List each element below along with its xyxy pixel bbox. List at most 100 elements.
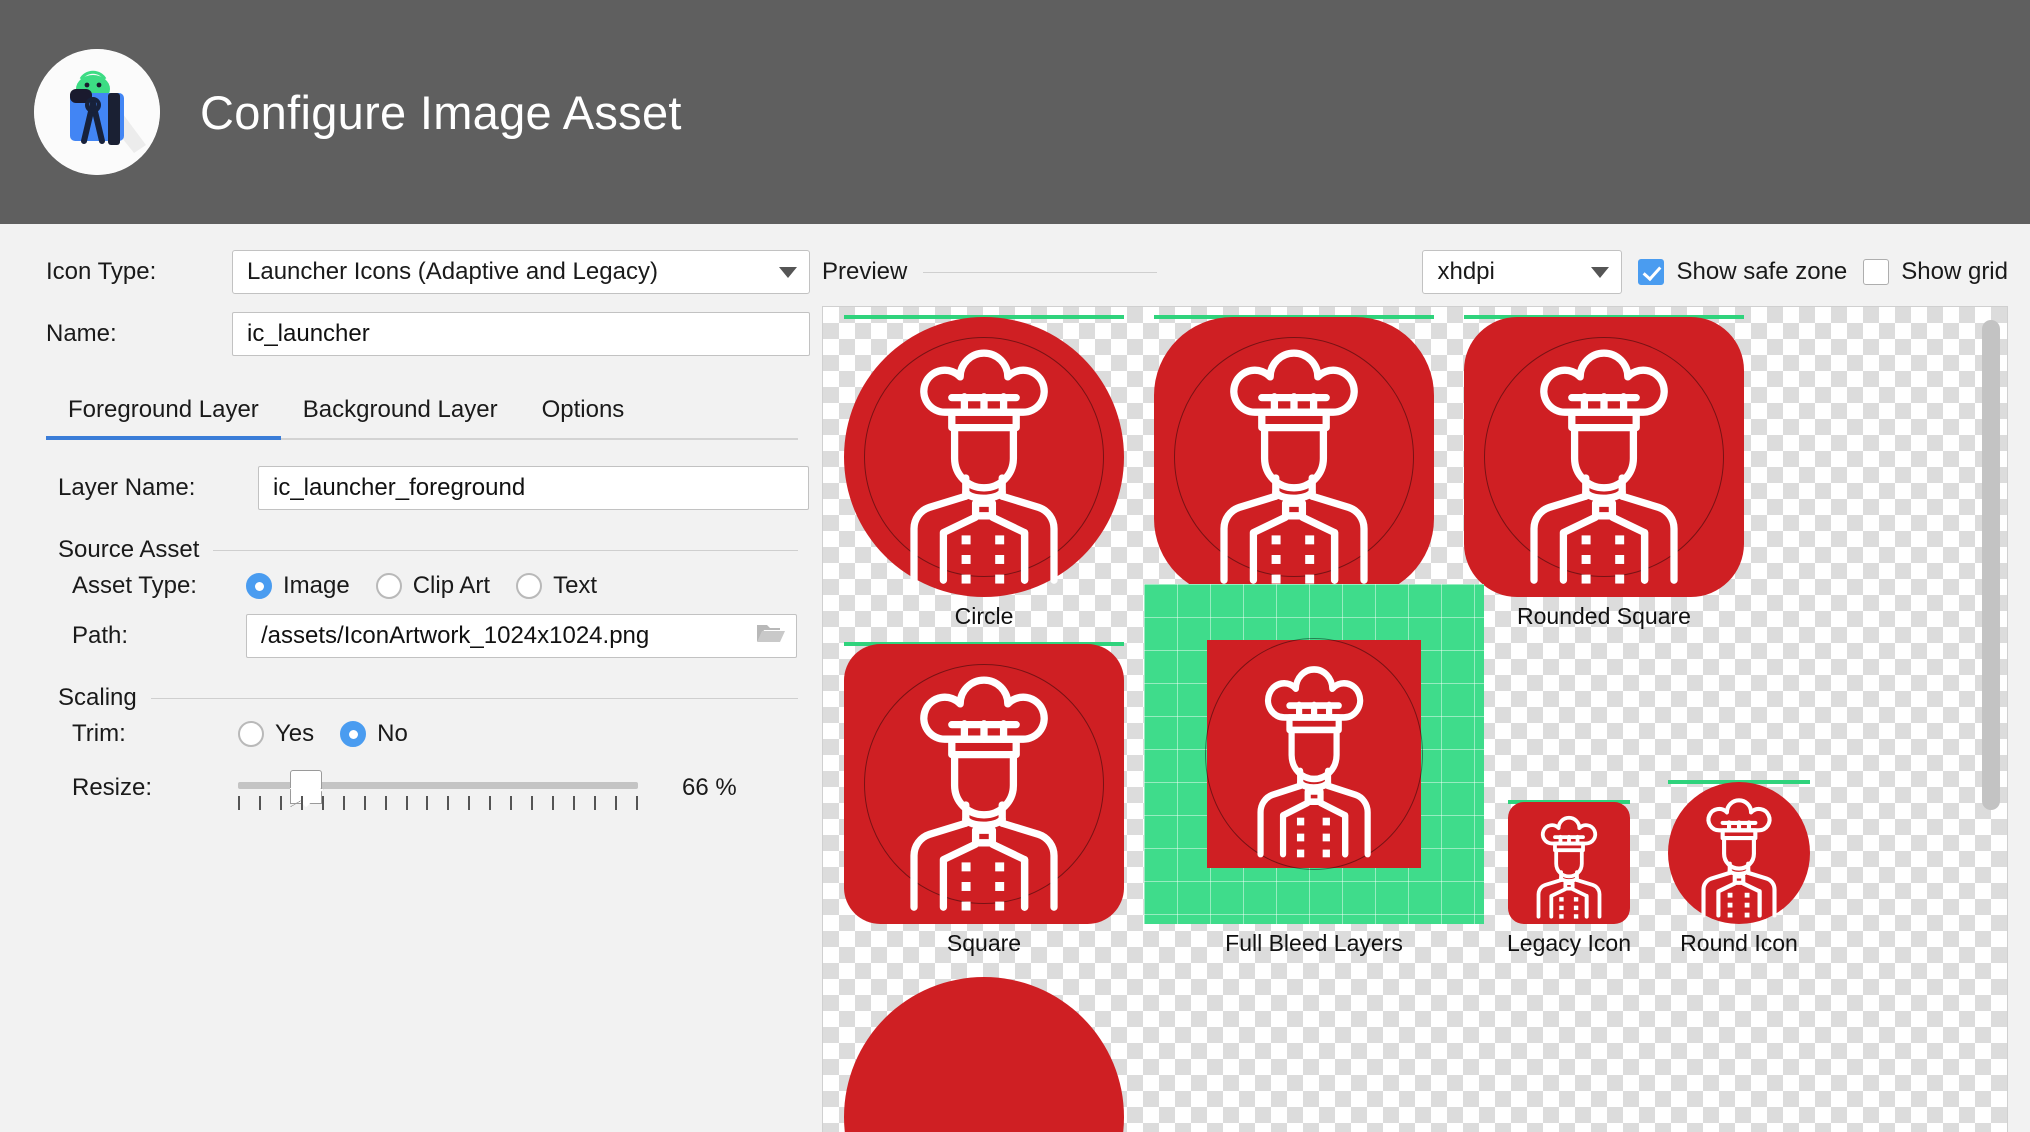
chef-icon	[1701, 798, 1777, 918]
preview-label-circle: Circle	[954, 603, 1014, 629]
radio-asset-type-clipart-label: Clip Art	[412, 572, 491, 599]
tab-options[interactable]: Options	[520, 386, 647, 438]
preview-item-square[interactable]: Square	[829, 642, 1139, 957]
preview-item-full-bleed[interactable]: Full Bleed Layers	[1139, 584, 1489, 957]
radio-dot-icon	[246, 573, 272, 599]
preview-item-legacy[interactable]: Legacy Icon	[1489, 800, 1649, 957]
preview-label-legacy: Legacy Icon	[1506, 930, 1632, 956]
chevron-down-icon	[1591, 266, 1610, 278]
trim-row: Trim: Yes No	[0, 720, 822, 748]
source-asset-group-header: Source Asset	[58, 536, 798, 564]
checkbox-show-grid-label: Show grid	[1901, 258, 2008, 285]
icon-background	[844, 977, 1124, 1132]
slider-ticks	[238, 796, 638, 812]
layer-name-row: Layer Name: ic_launcher_foreground	[0, 466, 822, 510]
asset-type-radio-group: Image Clip Art Text	[246, 572, 597, 600]
chef-icon	[1220, 349, 1368, 584]
preview-scrollbar[interactable]	[1982, 310, 2004, 1132]
resize-label: Resize:	[72, 774, 153, 801]
tab-foreground-layer-label: Foreground Layer	[68, 396, 259, 423]
radio-asset-type-image-label: Image	[283, 572, 350, 599]
radio-trim-yes[interactable]: Yes	[238, 720, 314, 748]
density-dropdown[interactable]: xhdpi	[1422, 250, 1623, 294]
density-value: xhdpi	[1437, 258, 1495, 285]
group-divider	[150, 697, 798, 699]
checkmark-icon	[1638, 259, 1665, 285]
asset-type-row: Asset Type: Image Clip Art Text	[0, 572, 822, 600]
preview-item-circle[interactable]: Circle	[829, 315, 1139, 630]
radio-dot-icon	[516, 573, 543, 599]
preview-label-round: Round Icon	[1680, 930, 1798, 956]
checkbox-show-safe-zone-label: Show safe zone	[1676, 258, 1848, 285]
icon-preview-rounded-square	[1464, 315, 1744, 597]
checkbox-show-safe-zone[interactable]: Show safe zone	[1638, 258, 1847, 286]
preview-title: Preview	[822, 258, 908, 285]
resize-slider[interactable]	[238, 766, 638, 810]
scaling-group-header: Scaling	[58, 684, 798, 712]
chef-icon	[1530, 349, 1678, 584]
name-row: Name: ic_launcher	[0, 312, 822, 356]
asset-type-label: Asset Type:	[72, 572, 197, 599]
chef-icon	[910, 676, 1058, 911]
icon-preview-circle	[844, 315, 1124, 597]
tab-background-layer-label: Background Layer	[302, 396, 498, 423]
scaling-label: Scaling	[58, 684, 137, 711]
icon-preview-partial	[844, 977, 1124, 1132]
dialog-header: Configure Image Asset	[0, 0, 2030, 224]
radio-asset-type-text[interactable]: Text	[516, 572, 597, 600]
icon-preview-squircle	[1154, 315, 1434, 597]
configuration-panel: Icon Type: Launcher Icons (Adaptive and …	[0, 224, 822, 1132]
chef-icon	[910, 349, 1058, 584]
layer-tabs: Foreground Layer Background Layer Option…	[46, 386, 798, 440]
name-input[interactable]: ic_launcher	[232, 312, 810, 356]
radio-trim-no[interactable]: No	[340, 720, 408, 748]
radio-dot-icon	[238, 721, 264, 747]
trim-radio-group: Yes No	[238, 720, 408, 748]
radio-dot-icon	[340, 721, 367, 747]
preview-header: Preview xhdpi Show safe zone Show grid	[822, 250, 2030, 294]
tab-background-layer[interactable]: Background Layer	[281, 386, 520, 438]
layer-name-value: ic_launcher_foreground	[273, 474, 526, 501]
icon-type-dropdown[interactable]: Launcher Icons (Adaptive and Legacy)	[232, 250, 810, 294]
dialog-body: Icon Type: Launcher Icons (Adaptive and …	[0, 224, 2030, 1132]
preview-divider	[923, 271, 1157, 273]
radio-asset-type-clipart[interactable]: Clip Art	[375, 572, 491, 600]
tab-foreground-layer[interactable]: Foreground Layer	[46, 386, 281, 440]
preview-label-rounded-square: Rounded Square	[1517, 603, 1691, 629]
folder-open-icon[interactable]	[756, 621, 786, 652]
path-input[interactable]: /assets/IconArtwork_1024x1024.png	[246, 614, 797, 658]
source-asset-label: Source Asset	[58, 536, 200, 563]
icon-type-value: Launcher Icons (Adaptive and Legacy)	[247, 258, 658, 285]
radio-asset-type-image[interactable]: Image	[246, 572, 350, 600]
group-divider	[213, 549, 798, 551]
preview-row-2: Square Full Bleed Layers Legacy Icon Rou…	[829, 584, 1931, 957]
path-label: Path:	[72, 622, 129, 649]
chevron-down-icon	[779, 266, 797, 278]
preview-label-full-bleed: Full Bleed Layers	[1225, 930, 1403, 956]
icon-preview-round	[1668, 780, 1810, 924]
preview-canvas[interactable]: Circle Rounded Square Square Full Bleed …	[822, 306, 2008, 1132]
tab-options-label: Options	[541, 396, 625, 423]
chef-icon	[1536, 815, 1602, 919]
layer-name-input[interactable]: ic_launcher_foreground	[258, 466, 809, 510]
preview-item-partial[interactable]	[829, 977, 1139, 1132]
path-value: /assets/IconArtwork_1024x1024.png	[261, 622, 650, 649]
icon-preview-full-bleed	[1144, 584, 1484, 924]
radio-asset-type-text-label: Text	[553, 572, 598, 599]
resize-value: 66 %	[682, 774, 737, 801]
trim-label: Trim:	[72, 720, 126, 747]
checkbox-box-icon	[1863, 259, 1890, 285]
checkbox-show-grid[interactable]: Show grid	[1863, 258, 2008, 286]
name-label: Name:	[46, 320, 117, 347]
icon-preview-square	[844, 642, 1124, 924]
preview-item-round[interactable]: Round Icon	[1649, 780, 1829, 957]
icon-type-label: Icon Type:	[46, 258, 157, 285]
icon-preview-legacy	[1508, 800, 1630, 924]
preview-label-square: Square	[946, 930, 1022, 956]
scrollbar-thumb[interactable]	[1982, 320, 2000, 810]
page-title: Configure Image Asset	[200, 85, 682, 139]
layer-name-label: Layer Name:	[58, 474, 196, 501]
resize-row: Resize: 66 %	[0, 766, 822, 810]
preview-item-rounded-square[interactable]: Rounded Square	[1449, 315, 1759, 630]
preview-panel: Preview xhdpi Show safe zone Show grid C…	[822, 224, 2030, 1132]
